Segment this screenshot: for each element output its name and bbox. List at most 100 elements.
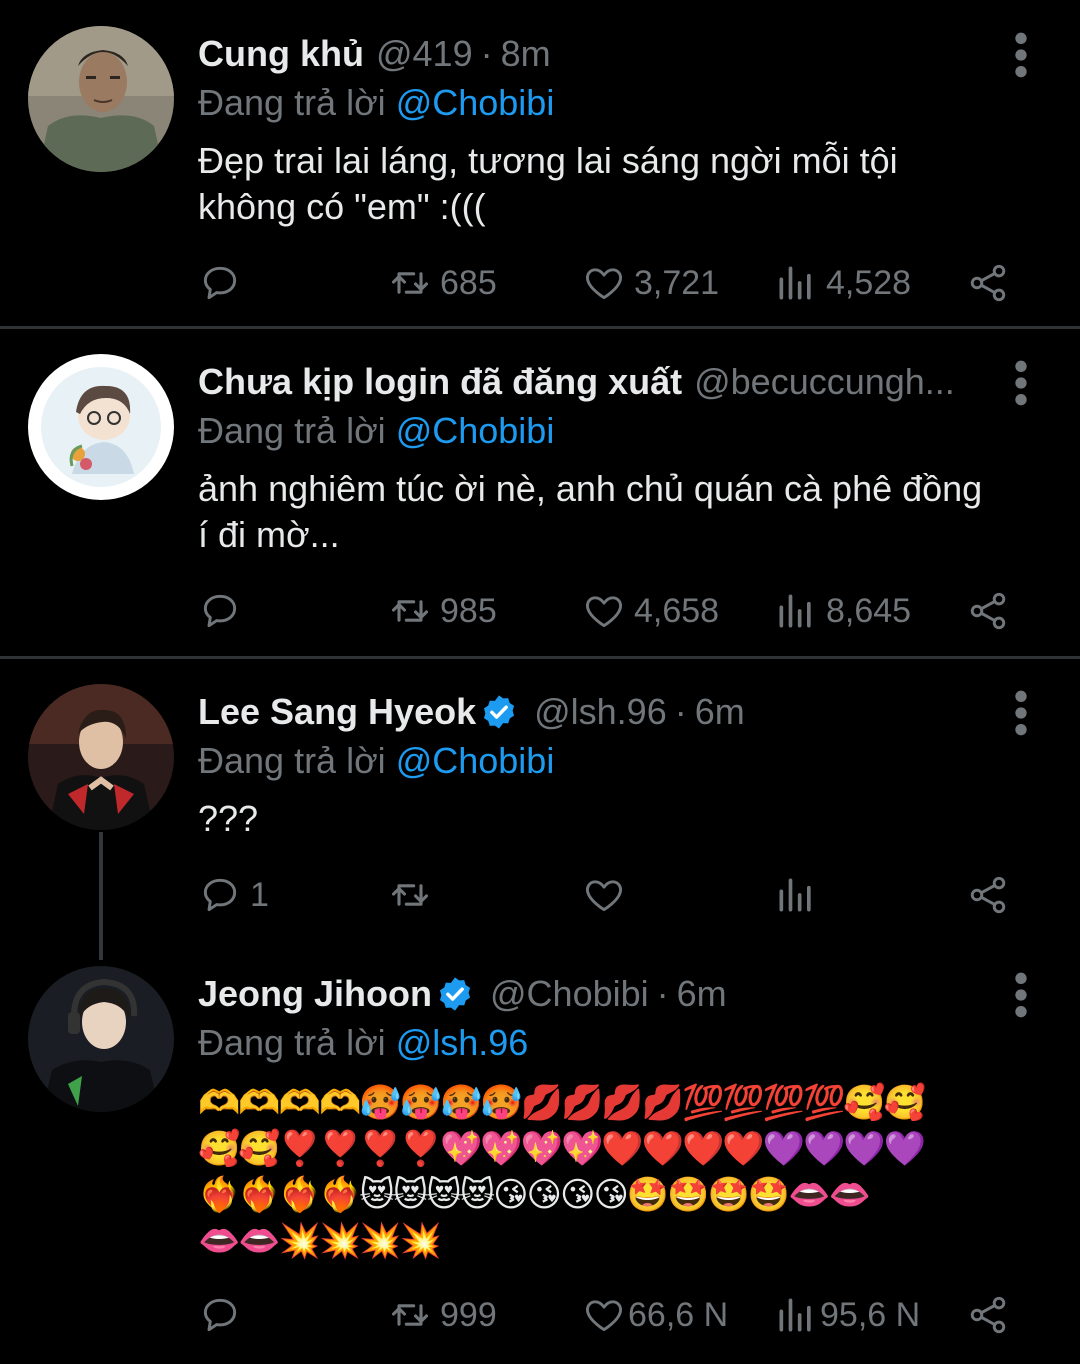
emoji-line: 🫶🫶🫶🫶🥵🥵🥵🥵💋💋💋💋💯💯💯💯🥰🥰: [198, 1084, 926, 1122]
reply-button[interactable]: 1: [198, 870, 269, 920]
view-count: 8,645: [826, 591, 912, 630]
more-icon[interactable]: [1004, 358, 1038, 408]
action-bar: 685 3,721 4,528: [0, 258, 1080, 308]
author-name[interactable]: Chưa kịp login đã đăng xuất: [198, 361, 682, 403]
tweet-text-line: Đẹp trai lai láng, tương lai sáng ngời m…: [198, 140, 898, 181]
separator-dot: ·: [480, 33, 493, 74]
tweet-header: Jeong Jihoon @Chobibi · 6m: [198, 966, 727, 1022]
tweet-text-line: ???: [198, 798, 259, 839]
tweet-text: ???: [198, 796, 1058, 842]
like-count: 3,721: [634, 263, 720, 302]
emoji-line: 🥰🥰❣️❣️❣️❣️💖💖💖💖❤️❤️❤️❤️💜💜💜💜: [198, 1130, 926, 1168]
tweet-text-line: í đi mờ...: [198, 514, 340, 555]
tweet-text: ảnh nghiêm túc ời nè, anh chủ quán cà ph…: [198, 466, 1058, 558]
reply-button[interactable]: [198, 1290, 242, 1340]
replying-to-label: Đang trả lời: [198, 1022, 386, 1063]
reply-icon: [198, 589, 242, 633]
views-button[interactable]: [774, 870, 818, 920]
like-icon: [582, 873, 626, 917]
like-icon: [582, 589, 626, 633]
replying-to: Đang trả lời @Chobibi: [198, 410, 554, 452]
replying-to-label: Đang trả lời: [198, 740, 386, 781]
views-button[interactable]: 95,6 N: [774, 1290, 920, 1340]
more-icon[interactable]: [1004, 30, 1038, 80]
share-button[interactable]: [966, 870, 1010, 920]
reply-icon: [198, 873, 242, 917]
reply-count: 1: [250, 875, 269, 914]
divider: [0, 326, 1080, 329]
replying-to: Đang trả lời @lsh.96: [198, 1022, 528, 1064]
like-button[interactable]: 66,6 N: [582, 1290, 728, 1340]
share-icon: [966, 1293, 1010, 1337]
verified-badge-icon: [480, 693, 518, 731]
separator-dot: ·: [656, 973, 669, 1014]
author-handle[interactable]: @419: [376, 33, 473, 75]
avatar[interactable]: [28, 354, 174, 500]
emoji-line: 👄👄💥💥💥💥: [198, 1222, 442, 1260]
tweet-text: Đẹp trai lai láng, tương lai sáng ngời m…: [198, 138, 1058, 230]
verified-badge-icon: [436, 975, 474, 1013]
tweet[interactable]: Jeong Jihoon @Chobibi · 6m Đang trả lời …: [0, 966, 1080, 1364]
emoji-line: ❤️‍🔥❤️‍🔥❤️‍🔥❤️‍🔥😻😻😻😻😘😘😘😘🤩🤩🤩🤩👄👄: [198, 1176, 871, 1214]
author-handle[interactable]: @Chobibi: [490, 973, 649, 1015]
replying-to: Đang trả lời @Chobibi: [198, 740, 554, 782]
retweet-button[interactable]: 999: [388, 1290, 497, 1340]
share-icon: [966, 873, 1010, 917]
reply-mention-link[interactable]: @lsh.96: [396, 1022, 529, 1063]
tweet[interactable]: Chưa kịp login đã đăng xuất @becuccungh.…: [0, 354, 1080, 654]
retweet-button[interactable]: 685: [388, 258, 497, 308]
author-name[interactable]: Cung khủ: [198, 33, 364, 75]
avatar[interactable]: [28, 684, 174, 830]
retweet-count: 999: [440, 1295, 497, 1334]
retweet-icon: [388, 589, 432, 633]
tweet[interactable]: Lee Sang Hyeok @lsh.96 · 6m Đang trả lời…: [0, 684, 1080, 924]
like-button[interactable]: [582, 870, 626, 920]
avatar[interactable]: [28, 26, 174, 172]
share-icon: [966, 589, 1010, 633]
action-bar: 985 4,658 8,645: [0, 586, 1080, 636]
share-button[interactable]: [966, 1290, 1010, 1340]
tweet-text: 🫶🫶🫶🫶🥵🥵🥵🥵💋💋💋💋💯💯💯💯🥰🥰 🥰🥰❣️❣️❣️❣️💖💖💖💖❤️❤️❤️❤…: [198, 1080, 1058, 1264]
like-button[interactable]: 4,658: [582, 586, 719, 636]
view-count: 4,528: [826, 263, 912, 302]
more-icon[interactable]: [1004, 970, 1038, 1020]
timestamp[interactable]: 8m: [501, 33, 551, 75]
like-button[interactable]: 3,721: [582, 258, 719, 308]
author-handle[interactable]: @becuccungh...: [694, 361, 955, 403]
author-name[interactable]: Lee Sang Hyeok: [198, 691, 476, 733]
author-handle[interactable]: @lsh.96: [534, 691, 667, 733]
reply-button[interactable]: [198, 586, 242, 636]
reply-mention-link[interactable]: @Chobibi: [396, 740, 555, 781]
share-button[interactable]: [966, 258, 1010, 308]
views-icon: [774, 1293, 818, 1337]
author-name[interactable]: Jeong Jihoon: [198, 973, 432, 1015]
share-icon: [966, 261, 1010, 305]
tweet-text-line: ảnh nghiêm túc ời nè, anh chủ quán cà ph…: [198, 468, 983, 509]
action-bar: 1: [0, 870, 1080, 920]
retweet-button[interactable]: [388, 870, 432, 920]
retweet-button[interactable]: 985: [388, 586, 497, 636]
like-count: 66,6 N: [628, 1295, 729, 1334]
views-button[interactable]: 8,645: [774, 586, 911, 636]
tweet-header: Cung khủ @419 · 8m: [198, 26, 551, 82]
divider: [0, 656, 1080, 659]
tweet-header: Chưa kịp login đã đăng xuất @becuccungh.…: [198, 354, 955, 410]
more-icon[interactable]: [1004, 688, 1038, 738]
tweet-header: Lee Sang Hyeok @lsh.96 · 6m: [198, 684, 745, 740]
timestamp[interactable]: 6m: [695, 691, 745, 733]
share-button[interactable]: [966, 586, 1010, 636]
timestamp[interactable]: 6m: [677, 973, 727, 1015]
views-icon: [774, 873, 818, 917]
replying-to-label: Đang trả lời: [198, 82, 386, 123]
reply-mention-link[interactable]: @Chobibi: [396, 82, 555, 123]
tweet-text-line: không có "em" :(((: [198, 186, 486, 227]
reply-icon: [198, 1293, 242, 1337]
like-icon: [582, 261, 626, 305]
retweet-count: 985: [440, 591, 497, 630]
retweet-icon: [388, 261, 432, 305]
reply-mention-link[interactable]: @Chobibi: [396, 410, 555, 451]
tweet[interactable]: Cung khủ @419 · 8m Đang trả lời @Chobibi…: [0, 26, 1080, 326]
avatar[interactable]: [28, 966, 174, 1112]
views-button[interactable]: 4,528: [774, 258, 911, 308]
reply-button[interactable]: [198, 258, 242, 308]
